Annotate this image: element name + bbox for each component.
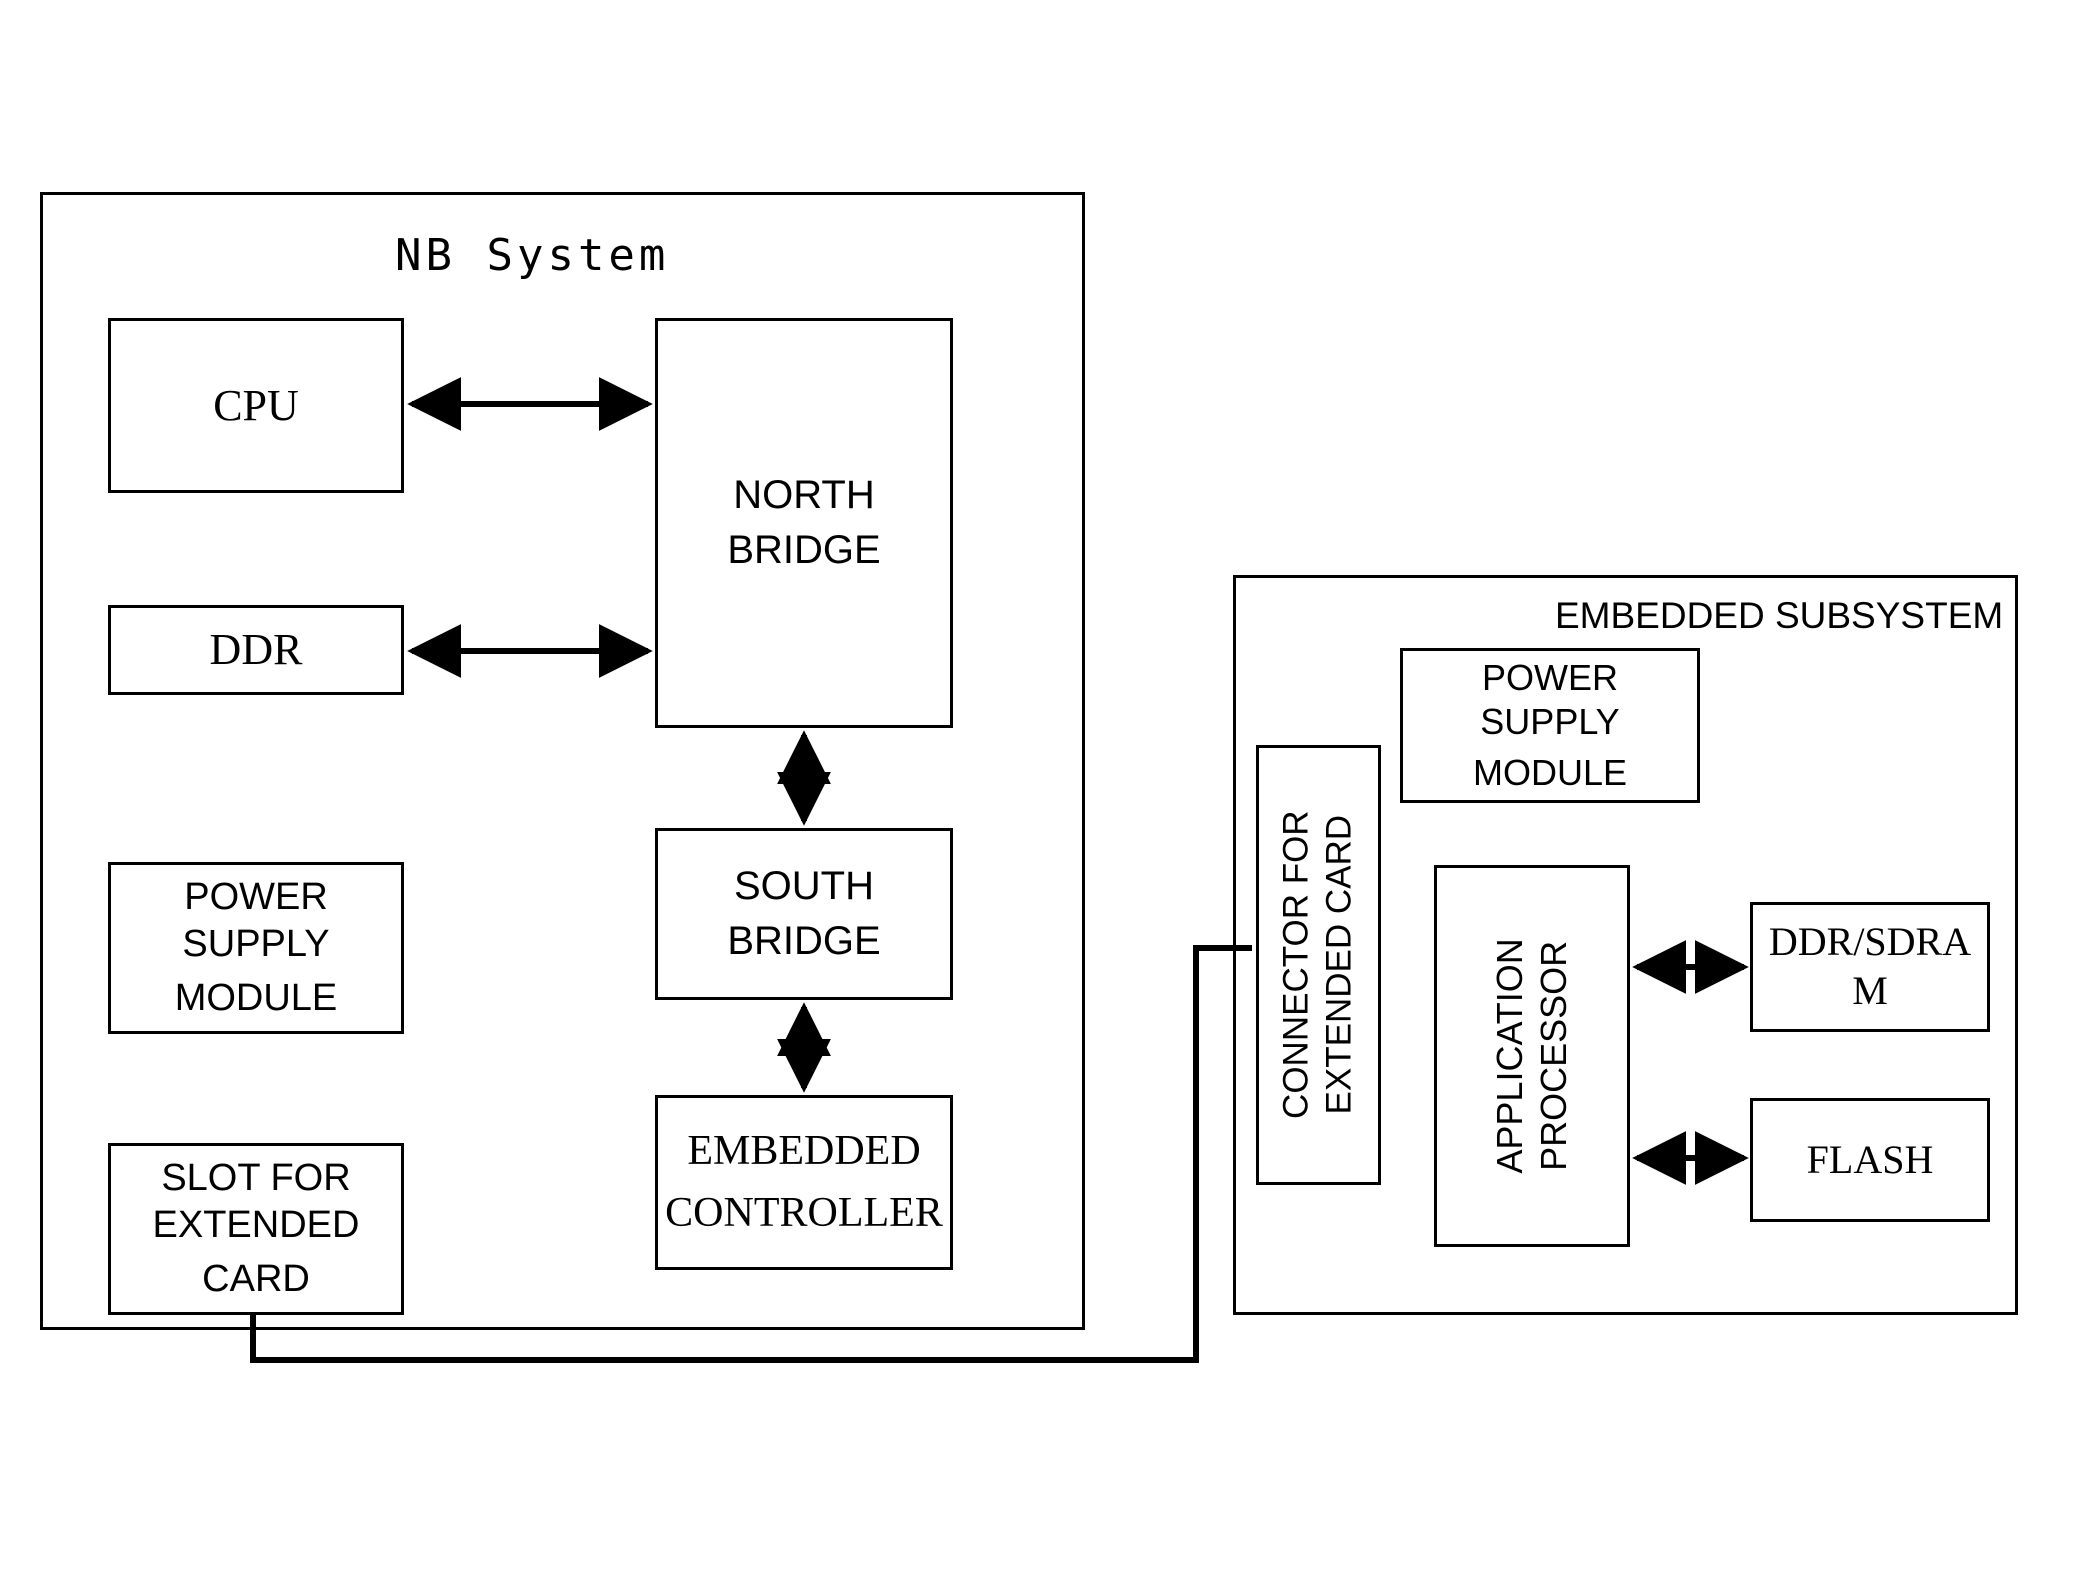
connector-layer <box>250 377 1749 1363</box>
diagram-canvas: NB System CPU DDR POWER SUPPLY MODULE SL… <box>0 0 2078 1573</box>
line-slot-to-connector <box>250 945 1252 1363</box>
